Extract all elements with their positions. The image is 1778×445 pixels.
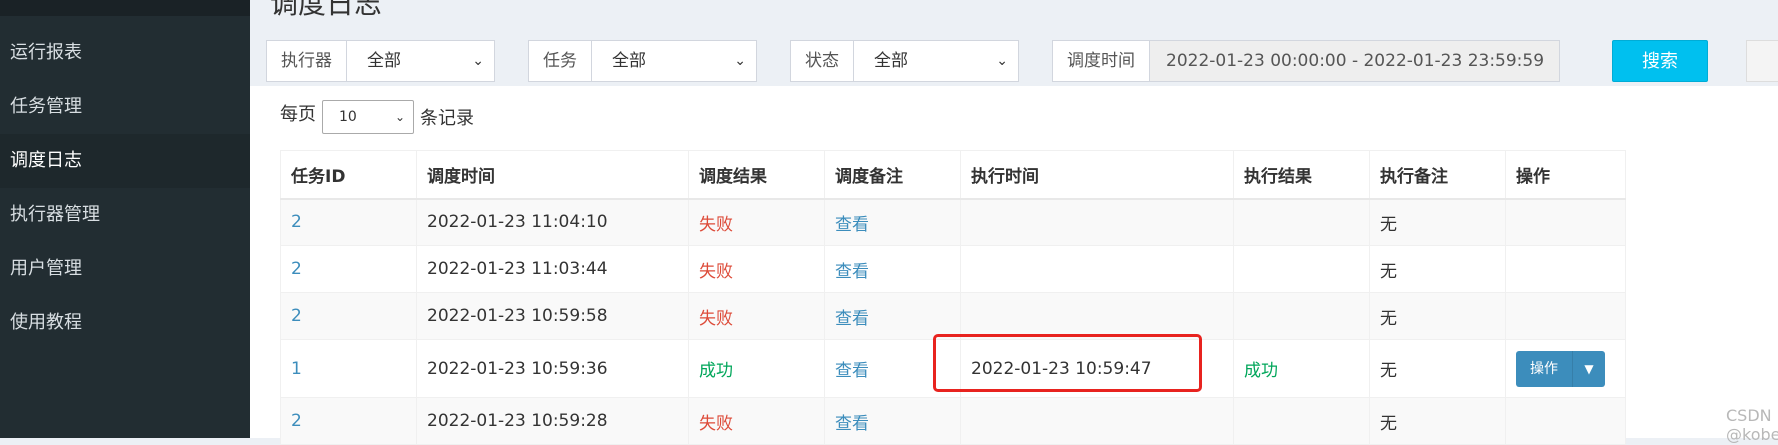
table-header-row: 任务ID 调度时间 调度结果 调度备注 执行时间 执行结果 执行备注 操作 [280, 150, 1626, 200]
exec-result [1233, 292, 1370, 340]
search-button[interactable]: 搜索 [1612, 40, 1708, 82]
exec-result: 成功 [1233, 339, 1370, 398]
exec-time [960, 245, 1234, 293]
task-id-link[interactable]: 2 [280, 245, 417, 293]
task-select-value: 全部 [612, 51, 646, 71]
task-filter-label: 任务 [529, 41, 592, 81]
time-filter: 调度时间 2022-01-23 00:00:00 - 2022-01-23 23… [1052, 40, 1560, 82]
trigger-time: 2022-01-23 11:03:44 [416, 245, 689, 293]
sidebar-item-executors[interactable]: 执行器管理 [0, 188, 250, 242]
executor-filter-label: 执行器 [267, 41, 347, 81]
clear-button[interactable] [1746, 40, 1778, 82]
time-range-input[interactable]: 2022-01-23 00:00:00 - 2022-01-23 23:59:5… [1150, 41, 1559, 81]
trigger-time: 2022-01-23 10:59:58 [416, 292, 689, 340]
table-row: 2 2022-01-23 11:03:44 失败 查看 无 [280, 245, 1626, 293]
chevron-down-icon: ⌄ [472, 53, 484, 69]
task-select[interactable]: 全部 ⌄ [592, 41, 756, 81]
col-header[interactable]: 调度备注 [824, 150, 961, 200]
sidebar-item-tutorial[interactable]: 使用教程 [0, 296, 250, 350]
exec-result [1233, 397, 1370, 445]
action-button[interactable]: 操作 [1516, 350, 1573, 387]
exec-note: 无 [1369, 245, 1506, 293]
action-cell: 操作 ▼ [1505, 339, 1626, 398]
sidebar-item-reports[interactable]: 运行报表 [0, 26, 250, 80]
page-size-value: 10 [339, 109, 357, 125]
exec-note: 无 [1369, 198, 1506, 246]
executor-select-value: 全部 [367, 51, 401, 71]
action-button-group: 操作 ▼ [1516, 350, 1605, 387]
chevron-down-icon: ⌄ [734, 53, 746, 69]
sidebar-item-tasks[interactable]: 任务管理 [0, 80, 250, 134]
exec-time [960, 397, 1234, 445]
task-id-link[interactable]: 1 [280, 339, 417, 398]
action-cell [1505, 245, 1626, 293]
task-id-link[interactable]: 2 [280, 292, 417, 340]
highlight-annotation-box [933, 334, 1202, 392]
action-cell [1505, 397, 1626, 445]
sidebar-item-users[interactable]: 用户管理 [0, 242, 250, 296]
page-size-select[interactable]: 10 ⌄ [322, 100, 414, 134]
page-size-prefix: 每页 [280, 104, 316, 125]
sidebar-item-label: 调度日志 [10, 150, 82, 171]
sidebar-header [0, 0, 250, 16]
exec-note: 无 [1369, 397, 1506, 445]
trigger-note-link[interactable]: 查看 [824, 245, 961, 293]
exec-time [960, 292, 1234, 340]
task-filter: 任务 全部 ⌄ [528, 40, 757, 82]
page-title: 调度日志 [270, 0, 383, 20]
status-select-value: 全部 [874, 51, 908, 71]
sidebar-item-label: 运行报表 [10, 42, 82, 63]
action-cell [1505, 198, 1626, 246]
exec-note: 无 [1369, 339, 1506, 398]
trigger-result: 成功 [688, 339, 825, 398]
task-id-link[interactable]: 2 [280, 397, 417, 445]
main-content: 调度日志 执行器 全部 ⌄ 任务 全部 ⌄ 状态 全部 ⌄ 调度时间 2022-01-… [250, 0, 1778, 445]
page-size-suffix: 条记录 [420, 108, 474, 129]
log-table: 任务ID 调度时间 调度结果 调度备注 执行时间 执行结果 执行备注 操作 2 … [280, 150, 1626, 445]
col-header[interactable]: 调度时间 [416, 150, 689, 200]
exec-time [960, 198, 1234, 246]
trigger-result: 失败 [688, 292, 825, 340]
trigger-note-link[interactable]: 查看 [824, 292, 961, 340]
col-header[interactable]: 执行结果 [1233, 150, 1370, 200]
trigger-time: 2022-01-23 10:59:28 [416, 397, 689, 445]
col-header[interactable]: 执行时间 [960, 150, 1234, 200]
executor-select[interactable]: 全部 ⌄ [347, 41, 494, 81]
sidebar: 运行报表 任务管理 调度日志 执行器管理 用户管理 使用教程 [0, 16, 250, 438]
table-row: 2 2022-01-23 10:59:28 失败 查看 无 [280, 397, 1626, 445]
sidebar-item-label: 使用教程 [10, 312, 82, 333]
chevron-down-icon: ⌄ [996, 53, 1008, 69]
task-id-link[interactable]: 2 [280, 198, 417, 246]
table-row: 2 2022-01-23 11:04:10 失败 查看 无 [280, 198, 1626, 246]
status-select[interactable]: 全部 ⌄ [854, 41, 1018, 81]
caret-down-icon[interactable]: ▼ [1573, 351, 1605, 387]
executor-filter: 执行器 全部 ⌄ [266, 40, 495, 82]
time-filter-label: 调度时间 [1053, 41, 1150, 81]
col-header[interactable]: 操作 [1505, 150, 1626, 200]
exec-result [1233, 245, 1370, 293]
trigger-result: 失败 [688, 245, 825, 293]
exec-result [1233, 198, 1370, 246]
trigger-result: 失败 [688, 397, 825, 445]
chevron-down-icon: ⌄ [394, 110, 405, 124]
exec-note: 无 [1369, 292, 1506, 340]
trigger-result: 失败 [688, 198, 825, 246]
trigger-time: 2022-01-23 10:59:36 [416, 339, 689, 398]
trigger-note-link[interactable]: 查看 [824, 397, 961, 445]
col-header[interactable]: 任务ID [280, 150, 417, 200]
col-header[interactable]: 执行备注 [1369, 150, 1506, 200]
sidebar-item-label: 用户管理 [10, 258, 82, 279]
col-header[interactable]: 调度结果 [688, 150, 825, 200]
action-cell [1505, 292, 1626, 340]
sidebar-item-label: 执行器管理 [10, 204, 100, 225]
status-filter: 状态 全部 ⌄ [790, 40, 1019, 82]
status-filter-label: 状态 [791, 41, 854, 81]
trigger-note-link[interactable]: 查看 [824, 198, 961, 246]
watermark: CSDN @kobe_t [1726, 406, 1778, 444]
sidebar-item-logs[interactable]: 调度日志 [0, 134, 250, 188]
trigger-time: 2022-01-23 11:04:10 [416, 198, 689, 246]
sidebar-item-label: 任务管理 [10, 96, 82, 117]
table-row: 2 2022-01-23 10:59:58 失败 查看 无 [280, 292, 1626, 340]
